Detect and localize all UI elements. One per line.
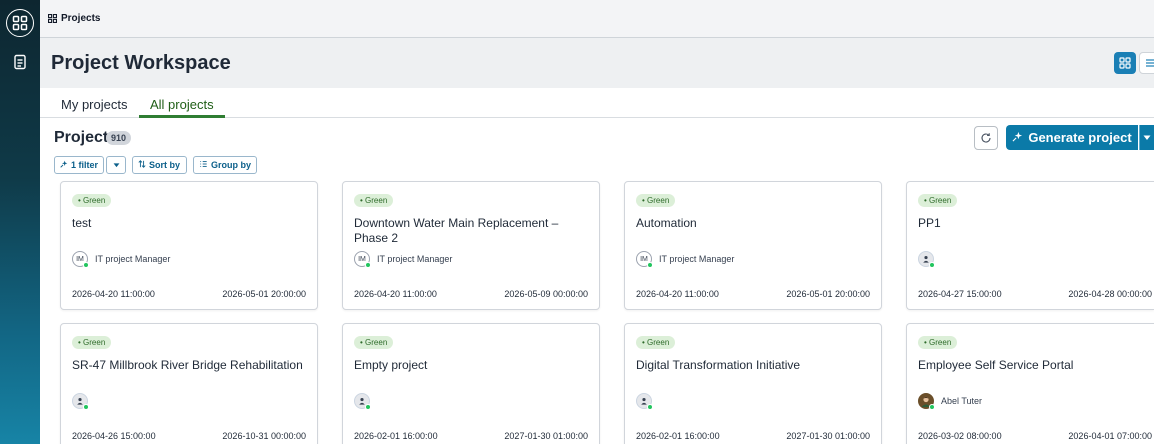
status-badge: • Green (636, 336, 676, 349)
workspace-grid-icon[interactable] (6, 9, 34, 37)
online-indicator (647, 262, 653, 268)
end-date: 2027-01-30 01:00:00 (504, 431, 588, 441)
tab-all-projects[interactable]: All projects (150, 97, 214, 112)
document-icon[interactable] (6, 48, 34, 76)
group-button[interactable]: Group by (193, 156, 257, 174)
generate-project-button[interactable]: Generate project (1006, 125, 1138, 150)
end-date: 2026-05-01 20:00:00 (222, 289, 306, 299)
start-date: 2026-04-20 11:00:00 (354, 289, 437, 299)
project-owner: IT project Manager (95, 254, 171, 264)
chevron-down-icon (1143, 135, 1151, 140)
group-label: Group by (211, 160, 251, 170)
project-owner: IT project Manager (377, 254, 453, 264)
project-card[interactable]: • Green Employee Self Service Portal Abe… (906, 323, 1154, 444)
status-badge: • Green (354, 336, 394, 349)
sort-icon (138, 160, 146, 170)
status-badge: • Green (354, 194, 394, 207)
avatar-photo (918, 393, 935, 410)
project-title[interactable]: Employee Self Service Portal (918, 358, 1154, 373)
breadcrumb-projects[interactable]: Projects (61, 13, 100, 24)
avatar: IM (636, 251, 653, 268)
grid-view-button[interactable] (1114, 52, 1136, 74)
end-date: 2027-01-30 01:00:00 (786, 431, 870, 441)
list-view-button[interactable] (1139, 52, 1154, 74)
tab-my-projects[interactable]: My projects (61, 97, 127, 112)
status-badge: • Green (72, 194, 112, 207)
online-indicator (83, 404, 89, 410)
project-card[interactable]: • Green SR-47 Millbrook River Bridge Reh… (60, 323, 318, 444)
project-title[interactable]: Automation (636, 216, 872, 231)
project-card[interactable]: • Green Empty project 2026-02-01 16:00:0… (342, 323, 600, 444)
project-card[interactable]: • Green Automation IM IT project Manager… (624, 181, 882, 310)
status-badge: • Green (918, 194, 958, 207)
filter-button[interactable]: 1 filter (54, 156, 104, 174)
avatar (72, 393, 89, 410)
online-indicator (647, 404, 653, 410)
grid-icon (48, 14, 57, 23)
breadcrumb: Projects (40, 0, 1154, 38)
start-date: 2026-02-01 16:00:00 (636, 431, 720, 441)
project-card[interactable]: • Green Digital Transformation Initiativ… (624, 323, 882, 444)
project-card[interactable]: • Green PP1 2026-04-27 15:00:00 2026-04-… (906, 181, 1154, 310)
start-date: 2026-04-26 15:00:00 (72, 431, 156, 441)
project-title[interactable]: Digital Transformation Initiative (636, 358, 872, 373)
sparkle-icon (60, 160, 68, 170)
project-tabs: My projects All projects (40, 88, 1154, 118)
online-indicator (929, 262, 935, 268)
person-icon (641, 397, 647, 405)
refresh-button[interactable] (974, 126, 998, 150)
project-title[interactable]: SR-47 Millbrook River Bridge Rehabilitat… (72, 358, 308, 373)
online-indicator (929, 404, 935, 410)
online-indicator (83, 262, 89, 268)
online-indicator (365, 262, 371, 268)
sort-label: Sort by (149, 160, 181, 170)
sort-button[interactable]: Sort by (132, 156, 187, 174)
end-date: 2026-05-01 20:00:00 (786, 289, 870, 299)
project-title[interactable]: PP1 (918, 216, 1154, 231)
end-date: 2026-04-01 07:00:00 (1068, 431, 1152, 441)
project-owner: IT project Manager (659, 254, 735, 264)
left-rail (0, 0, 40, 444)
status-badge: • Green (918, 336, 958, 349)
filter-label: 1 filter (71, 160, 99, 170)
project-owner: Abel Tuter (941, 396, 983, 406)
filter-dropdown-button[interactable] (106, 156, 126, 174)
group-icon (199, 160, 208, 170)
project-title[interactable]: test (72, 216, 308, 231)
chevron-down-icon (113, 162, 119, 167)
person-icon (77, 397, 83, 405)
project-card[interactable]: • Green Downtown Water Main Replacement … (342, 181, 600, 310)
project-count-badge: 910 (106, 131, 132, 145)
generate-project-label: Generate project (1028, 130, 1132, 145)
end-date: 2026-04-28 00:00:00 (1068, 289, 1152, 299)
active-tab-indicator (139, 115, 225, 118)
sparkle-icon (1012, 130, 1023, 145)
status-badge: • Green (72, 336, 112, 349)
end-date: 2026-10-31 00:00:00 (222, 431, 306, 441)
generate-options-button[interactable] (1139, 125, 1154, 150)
avatar (918, 251, 935, 268)
page-header: Project Workspace (40, 38, 1154, 88)
page-title: Project Workspace (51, 52, 231, 74)
status-badge: • Green (636, 194, 676, 207)
start-date: 2026-04-20 11:00:00 (636, 289, 719, 299)
project-title[interactable]: Downtown Water Main Replacement – Phase … (354, 216, 590, 246)
refresh-icon (981, 133, 991, 143)
avatar (636, 393, 653, 410)
end-date: 2026-05-09 00:00:00 (504, 289, 588, 299)
avatar (354, 393, 371, 410)
avatar: IM (354, 251, 371, 268)
project-title[interactable]: Empty project (354, 358, 590, 373)
person-icon (923, 255, 929, 263)
project-card[interactable]: • Green test IM IT project Manager 2026-… (60, 181, 318, 310)
avatar: IM (72, 251, 89, 268)
start-date: 2026-02-01 16:00:00 (354, 431, 438, 441)
start-date: 2026-03-02 08:00:00 (918, 431, 1002, 441)
section-title: Project (54, 129, 109, 146)
start-date: 2026-04-20 11:00:00 (72, 289, 155, 299)
person-icon (359, 397, 365, 405)
online-indicator (365, 404, 371, 410)
start-date: 2026-04-27 15:00:00 (918, 289, 1002, 299)
